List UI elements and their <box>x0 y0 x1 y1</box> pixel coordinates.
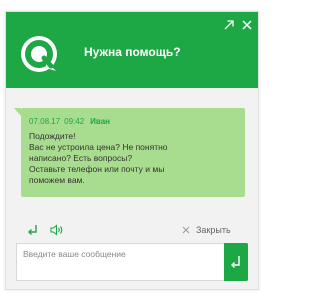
message-line: Вас не устроила цена? Не понятно <box>29 142 168 152</box>
chat-messages: 07.08.17 09:42 Иван Подождите! Вас не устр… <box>6 88 258 215</box>
message-date: 07.08.17 <box>29 117 61 126</box>
chat-header: Нужна помощь? <box>6 12 258 88</box>
message-line: Оставьте телефон или почту и мы <box>29 164 165 174</box>
message-input[interactable] <box>17 244 221 280</box>
message-line: написано? Есть вопросы? <box>29 153 133 163</box>
close-icon[interactable] <box>240 18 254 32</box>
speaker-icon[interactable] <box>50 223 64 237</box>
send-button[interactable] <box>224 243 248 281</box>
reply-arrow-icon[interactable] <box>26 223 40 237</box>
chat-title: Нужна помощь? <box>84 45 181 59</box>
expand-arrow-icon[interactable] <box>222 18 236 32</box>
message-meta: 07.08.17 09:42 Иван <box>29 116 237 127</box>
chat-toolbar: Закрыть <box>6 215 258 243</box>
close-chat-button[interactable]: Закрыть <box>182 223 231 237</box>
send-enter-icon <box>231 256 240 268</box>
message-time: 09:42 <box>64 117 85 126</box>
message-author: Иван <box>90 117 111 126</box>
message-input-row <box>16 243 248 281</box>
message-line: Подождите! <box>29 131 76 141</box>
message-bubble: 07.08.17 09:42 Иван Подождите! Вас не устр… <box>14 108 245 197</box>
message-line: поможем вам. <box>29 175 85 185</box>
chat-widget: Нужна помощь? 07.08.17 09:42 Иван Подождит… <box>5 11 259 290</box>
close-x-icon <box>182 226 190 234</box>
close-chat-label: Закрыть <box>196 225 231 235</box>
message-text: Подождите! Вас не устроила цена? Не поня… <box>29 131 237 186</box>
chat-logo-icon <box>20 35 58 73</box>
